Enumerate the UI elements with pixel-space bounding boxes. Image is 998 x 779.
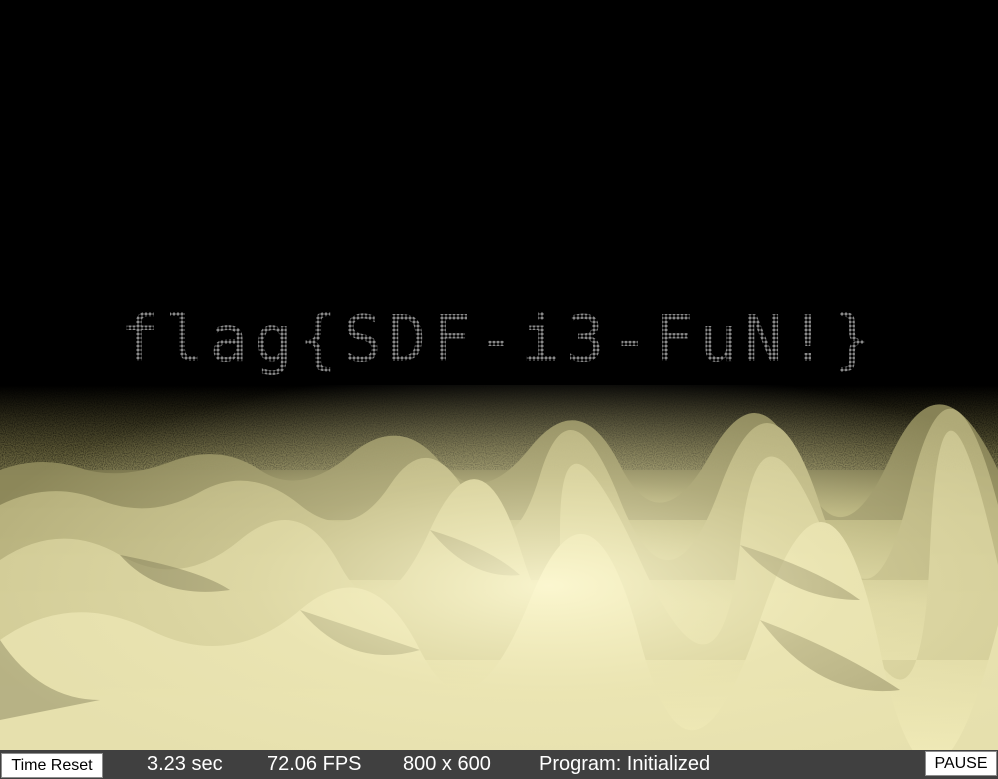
elapsed-time: 3.23 sec xyxy=(147,753,223,775)
terrain-light-glow xyxy=(0,385,998,750)
time-reset-button[interactable]: Time Reset xyxy=(1,753,103,778)
program-status: Program: Initialized xyxy=(539,753,711,775)
pause-button[interactable]: PAUSE xyxy=(925,751,997,776)
flag-overlay-text: flag{SDF-i3-FuN!} xyxy=(0,300,998,380)
resolution-label: 800 x 600 xyxy=(403,753,491,775)
status-bar: Time Reset 3.23 sec 72.06 FPS 800 x 600 … xyxy=(0,750,998,779)
fps-counter: 72.06 FPS xyxy=(267,753,362,775)
shader-canvas[interactable]: flag{SDF-i3-FuN!} xyxy=(0,0,998,750)
